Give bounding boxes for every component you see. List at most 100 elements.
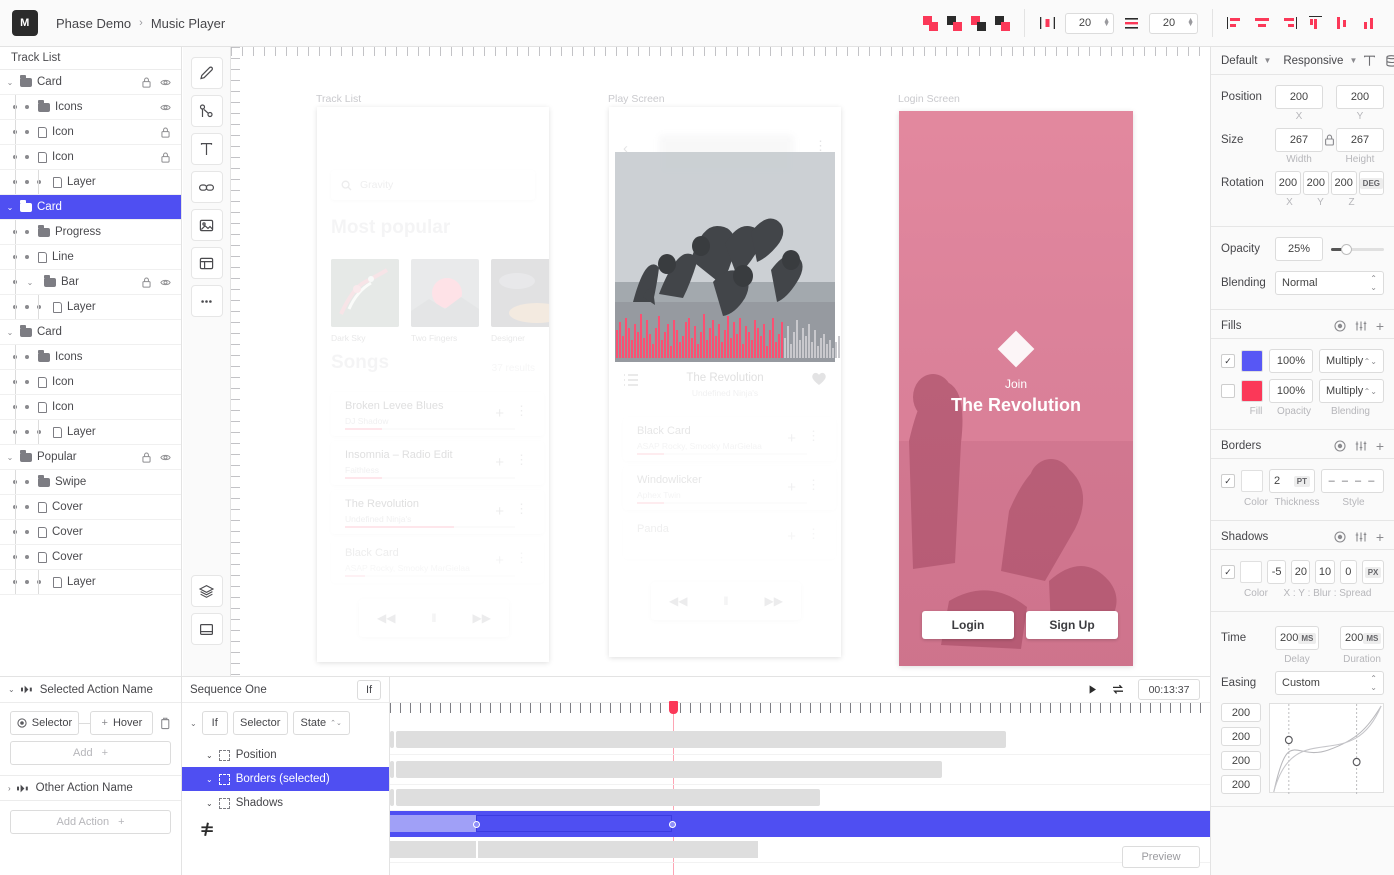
union-icon[interactable] (923, 15, 938, 31)
more-tools-icon[interactable] (190, 285, 223, 317)
border-color-swatch[interactable] (1241, 470, 1263, 492)
align-bottom-icon[interactable] (1362, 16, 1378, 30)
canvas[interactable]: Track List Gravity Most popular Dark Sky… (231, 47, 1210, 676)
shadow-enabled-checkbox[interactable]: ✓ (1221, 565, 1235, 579)
breadcrumb-page[interactable]: Music Player (151, 16, 225, 31)
eye-icon[interactable] (160, 277, 171, 288)
other-action-caret-icon[interactable]: › (8, 784, 11, 793)
timeline-ruler[interactable] (390, 703, 1210, 713)
time-duration-input[interactable]: 200 MS (1340, 626, 1384, 650)
align-left-icon[interactable] (1227, 16, 1243, 30)
rotation-z-input[interactable]: 200 (1330, 171, 1357, 195)
align-middle-v-icon[interactable] (1335, 16, 1351, 30)
size-width-input[interactable]: 267 (1275, 128, 1323, 152)
spacing-h-stepper[interactable]: ▲ ▼ (1101, 17, 1110, 28)
artboard-login-screen[interactable]: Join The Revolution Login Sign Up (899, 111, 1133, 666)
song-add-icon[interactable]: + (495, 552, 504, 569)
borders-settings-icon[interactable] (1355, 440, 1367, 452)
layer-row-cover[interactable]: Cover (0, 520, 181, 545)
pause-button[interactable]: ‖ (432, 611, 437, 625)
border-style-select[interactable]: – – – – (1321, 469, 1384, 493)
align-right-icon[interactable] (1281, 16, 1297, 30)
align-center-h-icon[interactable] (1254, 16, 1270, 30)
next-button[interactable]: ▶▶ (473, 611, 491, 625)
eye-icon[interactable] (160, 452, 171, 463)
layer-row-card[interactable]: ⌄ Card (0, 320, 181, 345)
album-cover-1[interactable] (331, 259, 399, 327)
keyframe-handle-start[interactable] (473, 821, 480, 828)
shadow-blur-input[interactable]: 10 (1315, 560, 1335, 584)
song-more-icon[interactable]: ⋮ (807, 526, 820, 542)
shadow-color-swatch[interactable] (1240, 561, 1262, 583)
layer-row-layer[interactable]: Layer (0, 170, 181, 195)
timeline-bar-shadows[interactable] (478, 841, 758, 858)
track-list-player-bar[interactable]: ◀◀ ‖ ▶▶ (359, 599, 509, 637)
time-delay-input[interactable]: 200 MS (1275, 626, 1319, 650)
position-x-input[interactable]: 200 (1275, 85, 1323, 109)
eye-icon[interactable] (160, 102, 171, 113)
responsive-chevron-down-icon[interactable]: ▼ (1349, 56, 1357, 65)
shadow-x-input[interactable]: -5 (1267, 560, 1287, 584)
easing-value-input[interactable]: 200 (1221, 727, 1261, 746)
song-item[interactable]: The Revolution Undefined Ninja's + ⋮ (331, 490, 544, 534)
next-button[interactable]: ▶▶ (765, 594, 783, 608)
layer-row-layer[interactable]: Layer (0, 420, 181, 445)
typography-icon[interactable] (1363, 55, 1376, 67)
align-top-icon[interactable] (1308, 16, 1324, 30)
layer-row-icon[interactable]: Icon (0, 120, 181, 145)
timeline-bar[interactable] (396, 761, 942, 778)
mode-dropdown[interactable]: Default (1221, 55, 1257, 67)
song-progress[interactable] (637, 502, 807, 504)
fill-opacity-input[interactable]: 100% (1269, 379, 1313, 403)
lock-icon[interactable] (160, 152, 171, 163)
album-cover-2[interactable] (411, 259, 479, 327)
distribute-vertical-icon[interactable] (1123, 16, 1140, 31)
song-add-icon[interactable]: + (787, 430, 796, 447)
prev-button[interactable]: ◀◀ (377, 611, 395, 625)
easing-select[interactable]: Custom ⌃ ⌄ (1275, 671, 1384, 695)
border-thickness-input[interactable]: 2 PT (1269, 469, 1315, 493)
timeline-row-borders[interactable] (390, 811, 1210, 837)
artboard-label-track-list[interactable]: Track List (316, 93, 361, 105)
lock-icon[interactable] (160, 127, 171, 138)
layer-row-icon[interactable]: Icon (0, 145, 181, 170)
timeline-bar-borders[interactable] (476, 815, 672, 832)
selected-action-caret-icon[interactable]: ⌄ (8, 685, 15, 694)
blending-select[interactable]: Normal ⌃ ⌄ (1275, 271, 1384, 295)
subtract-icon[interactable] (947, 15, 962, 31)
fill-enabled-checkbox[interactable]: ✓ (1221, 354, 1235, 368)
spacing-v-input[interactable]: 20 ▲ ▼ (1149, 12, 1198, 34)
loop-icon[interactable] (1111, 683, 1125, 696)
condition-if-button[interactable]: If (201, 711, 228, 735)
layers-icon[interactable] (190, 575, 223, 607)
fill-blending-select[interactable]: Multiply ⌃⌄ (1319, 379, 1384, 403)
song-more-icon[interactable]: ⋮ (515, 403, 528, 419)
timeline-row[interactable] (390, 725, 1210, 755)
song-item[interactable]: Black Card ASAP Rocky, Smooky MarGielaa + ⋮ (331, 539, 544, 583)
easing-value-input[interactable]: 200 (1221, 703, 1261, 722)
layer-row-card[interactable]: ⌄ Card (0, 195, 181, 220)
layer-row-progress[interactable]: Progress (0, 220, 181, 245)
layer-caret-icon[interactable]: ⌄ (5, 78, 15, 87)
track-caret-icon[interactable]: ⌄ (206, 751, 213, 760)
layer-caret-icon[interactable]: ⌄ (5, 203, 15, 212)
song-more-icon[interactable]: ⋮ (807, 428, 820, 444)
layer-row-cover[interactable]: Cover (0, 495, 181, 520)
fill-blending-select[interactable]: Multiply ⌃⌄ (1319, 349, 1384, 373)
easing-curve-editor[interactable] (1269, 703, 1384, 794)
preview-button[interactable]: Preview (1122, 846, 1200, 868)
song-item[interactable]: Broken Levee Blues DJ Shadow + ⋮ (331, 392, 544, 436)
shadows-target-icon[interactable] (1334, 531, 1346, 543)
timeline-playhead-handle[interactable] (669, 701, 678, 714)
song-add-icon[interactable]: + (495, 405, 504, 422)
delete-icon[interactable] (160, 717, 171, 730)
song-more-icon[interactable]: ⋮ (515, 501, 528, 517)
link-tool-icon[interactable] (190, 171, 223, 203)
song-item[interactable]: Insomnia – Radio Edit Faithless + ⋮ (331, 441, 544, 485)
shadow-unit[interactable]: PX (1362, 560, 1384, 584)
layer-caret-icon[interactable]: ⌄ (5, 453, 15, 462)
fill-color-swatch[interactable] (1241, 350, 1263, 372)
timeline-time-display[interactable]: 00:13:37 (1138, 679, 1200, 700)
login-button[interactable]: Login (922, 611, 1014, 639)
song-more-icon[interactable]: ⋮ (515, 452, 528, 468)
